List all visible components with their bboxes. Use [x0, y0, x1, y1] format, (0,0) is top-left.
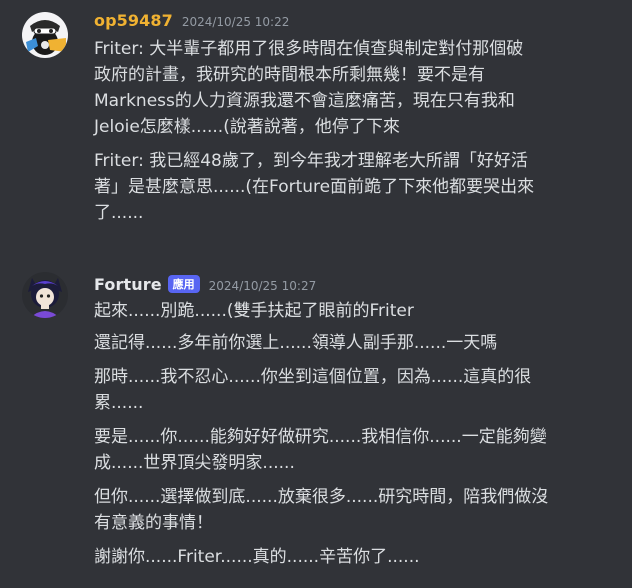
user-avatar[interactable]	[22, 272, 68, 318]
timestamp: 2024/10/25 10:22	[181, 15, 290, 29]
message-line: 要是......你......能夠好好做研究......我相信你......一定…	[94, 427, 547, 447]
timestamp: 2024/10/25 10:27	[208, 279, 317, 293]
message-line: 累......	[94, 393, 144, 413]
message-line: 了......	[94, 203, 144, 223]
message-line: 那時......我不忍心......你坐到這個位置，因為......這真的很	[94, 367, 532, 387]
message-line: Jeloie怎麼樣......(說著說著，他停了下來	[94, 117, 400, 137]
message-line: 起來......別跪......(雙手扶起了眼前的Friter	[94, 301, 414, 321]
message-line: Markness的人力資源我還不會這麼痛苦，現在只有我和	[94, 91, 515, 111]
message-line: Friter: 大半輩子都用了很多時間在偵查與制定對付那個破	[94, 39, 524, 59]
username[interactable]: Forture	[94, 275, 162, 294]
message-line: 政府的計畫，我研究的時間根本所剩無幾！要不是有	[94, 65, 485, 85]
message-line: 有意義的事情！	[94, 513, 213, 533]
user-avatar[interactable]	[22, 12, 68, 58]
message-line: 著」是甚麼意思......(在Forture面前跪了下來他都要哭出來	[94, 177, 535, 197]
message-line: 成......世界頂尖發明家......	[94, 453, 295, 473]
username[interactable]: op59487	[94, 11, 173, 30]
message-line: 但你......選擇做到底......放棄很多......研究時間，陪我們做沒	[94, 487, 549, 507]
message-line: 還記得......多年前你選上......領導人副手那......一天嗎	[94, 333, 498, 353]
message-line: Friter: 我已經48歲了，到今年我才理解老大所謂「好好活	[94, 151, 528, 171]
message-line: 謝謝你......Friter......真的......辛苦你了......	[94, 547, 420, 567]
app-badge: 應用	[167, 275, 200, 293]
